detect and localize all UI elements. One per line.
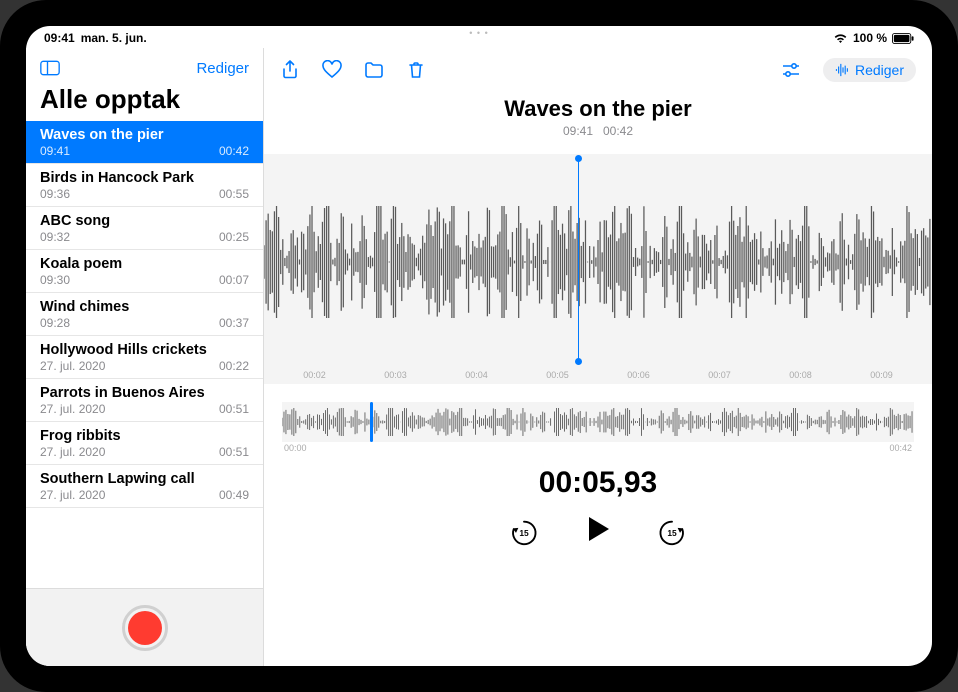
share-icon[interactable]: [280, 60, 300, 80]
svg-text:15: 15: [519, 527, 529, 537]
recording-item-title: Southern Lapwing call: [40, 471, 249, 487]
sidebar: Rediger Alle opptak Waves on the pier09:…: [26, 48, 264, 666]
record-button[interactable]: [122, 605, 168, 651]
recording-item-duration: 00:51: [219, 402, 249, 416]
recording-item-duration: 00:25: [219, 230, 249, 244]
sidebar-edit-button[interactable]: Rediger: [196, 60, 249, 77]
waveform-tick: 00:03: [384, 370, 407, 380]
recording-item-date: 27. jul. 2020: [40, 359, 105, 373]
overview-end: 00:42: [889, 443, 912, 453]
recording-item-date: 09:41: [40, 144, 70, 158]
recording-list-item[interactable]: Koala poem09:30 00:07: [26, 250, 263, 293]
playhead[interactable]: [578, 158, 579, 362]
svg-text:15: 15: [667, 527, 677, 537]
recording-list-item[interactable]: Waves on the pier09:41 00:42: [26, 121, 263, 164]
battery-icon: [892, 33, 914, 44]
recording-list-item[interactable]: Southern Lapwing call27. jul. 2020 00:49: [26, 465, 263, 508]
status-date: man. 5. jun.: [81, 31, 147, 45]
recording-item-title: ABC song: [40, 213, 249, 229]
recording-item-title: Birds in Hancock Park: [40, 170, 249, 186]
waveform-main[interactable]: 00:02 00:03 00:04 00:05 00:06 00:07 00:08 00:09: [264, 154, 932, 384]
recording-item-title: Hollywood Hills crickets: [40, 342, 249, 358]
recording-item-title: Parrots in Buenos Aires: [40, 385, 249, 401]
waveform-tick: 00:07: [708, 370, 731, 380]
settings-sliders-icon[interactable]: [781, 60, 801, 80]
recording-list-item[interactable]: Birds in Hancock Park09:36 00:55: [26, 164, 263, 207]
recording-item-date: 09:28: [40, 316, 70, 330]
folder-icon[interactable]: [364, 60, 384, 80]
recording-item-date: 27. jul. 2020: [40, 445, 105, 459]
edit-recording-label: Rediger: [855, 62, 904, 78]
recording-item-duration: 00:22: [219, 359, 249, 373]
recording-item-title: Waves on the pier: [40, 127, 249, 143]
waveform-tick: 00:04: [465, 370, 488, 380]
recording-list-item[interactable]: Wind chimes09:28 00:37: [26, 293, 263, 336]
recording-list-item[interactable]: ABC song09:32 00:25: [26, 207, 263, 250]
waveform-tick: 00:06: [627, 370, 650, 380]
recording-item-duration: 00:51: [219, 445, 249, 459]
waveform-overview[interactable]: [282, 402, 914, 442]
waveform-tick: 00:08: [789, 370, 812, 380]
overview-start: 00:00: [284, 443, 307, 453]
battery-pct: 100 %: [853, 31, 887, 45]
recording-item-duration: 00:55: [219, 187, 249, 201]
recording-item-duration: 00:49: [219, 488, 249, 502]
recording-item-duration: 00:42: [219, 144, 249, 158]
sidebar-toggle-icon[interactable]: [40, 58, 60, 78]
skip-back-button[interactable]: 15: [509, 517, 539, 547]
recording-duration: 00:42: [603, 124, 633, 138]
recording-item-date: 27. jul. 2020: [40, 488, 105, 502]
waveform-tick: 00:05: [546, 370, 569, 380]
favorite-icon[interactable]: [322, 60, 342, 80]
recording-item-duration: 00:37: [219, 316, 249, 330]
recording-item-date: 09:36: [40, 187, 70, 201]
recording-list-item[interactable]: Frog ribbits27. jul. 2020 00:51: [26, 422, 263, 465]
sidebar-title: Alle opptak: [26, 84, 263, 121]
recording-time: 09:41: [563, 124, 593, 138]
playback-time: 00:05,93: [264, 466, 932, 500]
status-time: 09:41: [44, 31, 75, 45]
edit-recording-button[interactable]: Rediger: [823, 58, 916, 82]
recording-item-title: Frog ribbits: [40, 428, 249, 444]
recording-list-item[interactable]: Hollywood Hills crickets27. jul. 2020 00:…: [26, 336, 263, 379]
multitask-dots[interactable]: • • •: [469, 28, 488, 38]
play-button[interactable]: [583, 514, 613, 549]
skip-forward-button[interactable]: 15: [657, 517, 687, 547]
main-panel: Rediger Waves on the pier 09:41 00:42 00…: [264, 48, 932, 666]
waveform-tick: 00:02: [303, 370, 326, 380]
trash-icon[interactable]: [406, 60, 426, 80]
recording-list-item[interactable]: Parrots in Buenos Aires27. jul. 2020 00:5…: [26, 379, 263, 422]
recording-item-title: Koala poem: [40, 256, 249, 272]
recording-item-date: 09:32: [40, 230, 70, 244]
wifi-icon: [833, 33, 848, 44]
recording-item-date: 27. jul. 2020: [40, 402, 105, 416]
recording-item-duration: 00:07: [219, 273, 249, 287]
recording-item-date: 09:30: [40, 273, 70, 287]
waveform-tick: 00:09: [870, 370, 893, 380]
recording-item-title: Wind chimes: [40, 299, 249, 315]
recording-title[interactable]: Waves on the pier: [264, 96, 932, 122]
